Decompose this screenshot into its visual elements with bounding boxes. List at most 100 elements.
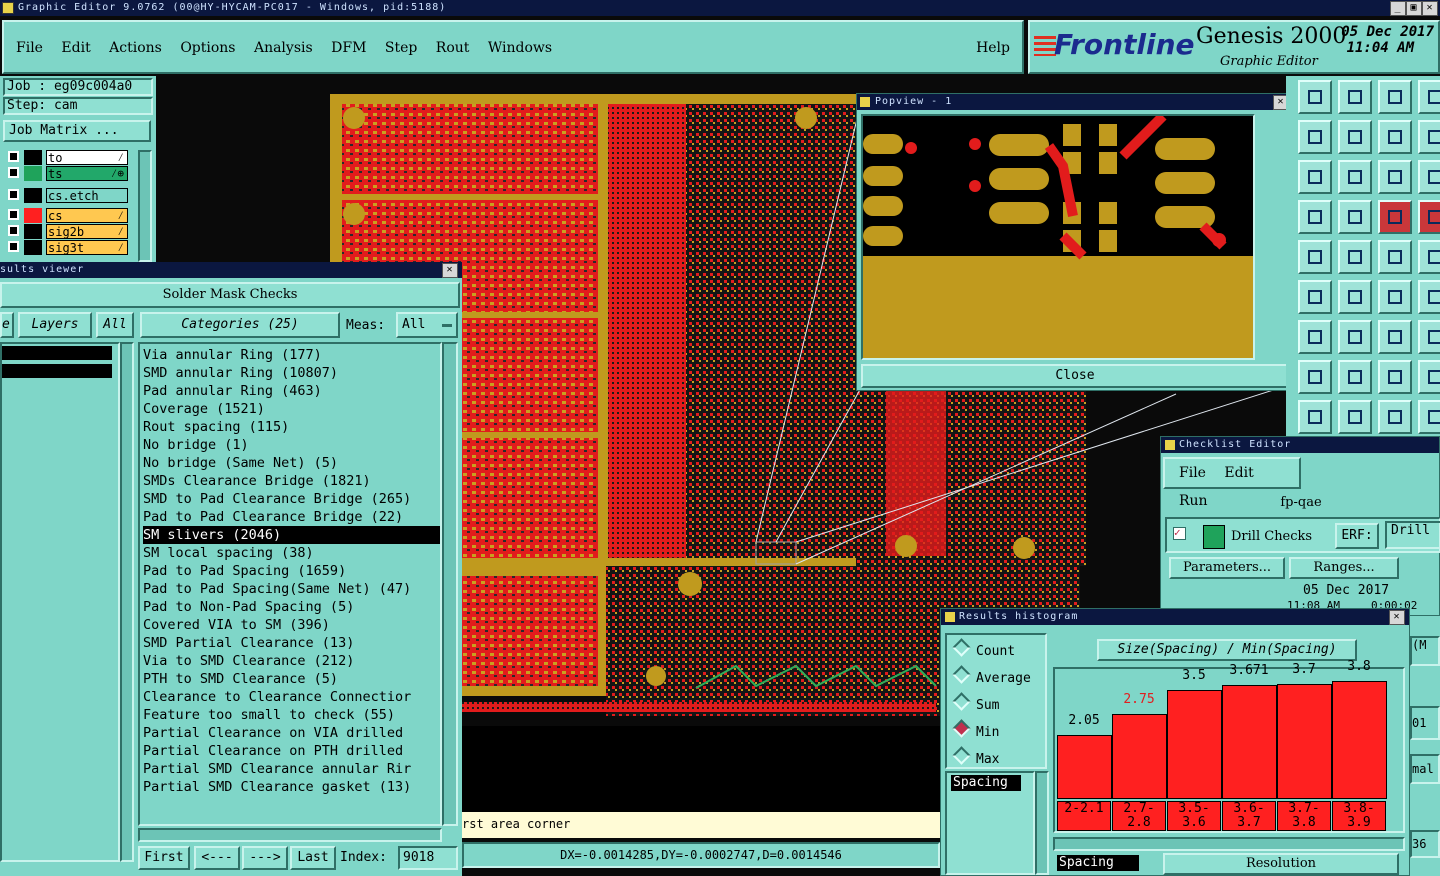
- category-item[interactable]: SMD annular Ring (10807): [143, 364, 440, 382]
- tri2-icon[interactable]: [1338, 400, 1372, 434]
- tri-icon[interactable]: [1298, 400, 1332, 434]
- window-icon[interactable]: [1418, 80, 1440, 114]
- center-icon[interactable]: [1338, 160, 1372, 194]
- categories-scrollbar[interactable]: [442, 342, 458, 826]
- histogram-option-count[interactable]: Count: [952, 638, 1045, 668]
- radio-icon[interactable]: [952, 692, 971, 711]
- category-item[interactable]: SMD Partial Clearance (13): [143, 634, 440, 652]
- results-viewer-close-button[interactable]: ✕: [442, 263, 458, 278]
- checklist-menu-edit[interactable]: Edit: [1224, 459, 1253, 487]
- arc2-icon[interactable]: [1418, 280, 1440, 314]
- popview-canvas[interactable]: [861, 114, 1255, 360]
- layer-results-row[interactable]: [2, 364, 112, 378]
- histogram-option-sum[interactable]: Sum: [952, 692, 1045, 722]
- house-icon[interactable]: [1378, 80, 1412, 114]
- category-item[interactable]: SMDs Clearance Bridge (1821): [143, 472, 440, 490]
- histogram-measure-list[interactable]: Spacing: [945, 771, 1035, 875]
- category-item[interactable]: Via annular Ring (177): [143, 346, 440, 364]
- home-icon[interactable]: [1298, 80, 1332, 114]
- layer-checkbox[interactable]: [8, 241, 19, 252]
- category-item[interactable]: Rout spacing (115): [143, 418, 440, 436]
- nav-next-button[interactable]: --->: [242, 846, 288, 870]
- histogram-option-average[interactable]: Average: [952, 665, 1045, 695]
- bound-icon[interactable]: [1378, 360, 1412, 394]
- tab-layers[interactable]: Layers: [18, 312, 92, 338]
- popview-close-button[interactable]: Close: [861, 364, 1289, 388]
- layer-icon[interactable]: [1418, 320, 1440, 354]
- histogram-option-min[interactable]: Min: [952, 719, 1045, 749]
- ruler-icon[interactable]: [1378, 240, 1412, 274]
- ranges-button[interactable]: Ranges...: [1289, 557, 1399, 579]
- category-item[interactable]: Feature too small to check (55): [143, 706, 440, 724]
- categories-list[interactable]: Via annular Ring (177) SMD annular Ring (…: [138, 342, 442, 826]
- layer-row-0[interactable]: to ⁄: [6, 150, 128, 165]
- parameters-button[interactable]: Parameters...: [1169, 557, 1285, 579]
- layer-row-2[interactable]: cs.etch: [6, 188, 128, 203]
- category-item[interactable]: No bridge (Same Net) (5): [143, 454, 440, 472]
- zoom-icon[interactable]: [1338, 80, 1372, 114]
- curve-icon[interactable]: [1378, 320, 1412, 354]
- tri3-icon[interactable]: [1378, 400, 1412, 434]
- category-item[interactable]: Coverage (1521): [143, 400, 440, 418]
- window-title-bar[interactable]: Graphic Editor 9.0762 (00@HY-HYCAM-PC017…: [0, 0, 1440, 16]
- category-item[interactable]: Pad to Non-Pad Spacing (5): [143, 598, 440, 616]
- layer-checkbox[interactable]: [8, 189, 19, 200]
- category-item[interactable]: Covered VIA to SM (396): [143, 616, 440, 634]
- categories-hscrollbar[interactable]: [138, 828, 442, 842]
- category-item[interactable]: Partial SMD Clearance gasket (13): [143, 778, 440, 796]
- category-item[interactable]: Partial SMD Clearance annular Rir: [143, 760, 440, 778]
- menu-edit[interactable]: Edit: [61, 40, 90, 56]
- popview-title-bar[interactable]: Popview - 1 ✕: [857, 94, 1293, 110]
- layer-results-list[interactable]: [0, 342, 120, 862]
- tab-all[interactable]: All: [96, 312, 134, 338]
- layer-checkbox[interactable]: [8, 151, 19, 162]
- nav-last-button[interactable]: Last: [290, 846, 336, 870]
- menu-dfm[interactable]: DFM: [331, 40, 366, 56]
- help-icon[interactable]: [1418, 160, 1440, 194]
- edit-icon[interactable]: [1298, 320, 1332, 354]
- category-item[interactable]: Pad to Pad Spacing(Same Net) (47): [143, 580, 440, 598]
- histogram-bar[interactable]: [1167, 690, 1222, 799]
- histogram-bar[interactable]: [1112, 714, 1167, 799]
- layer-results-row-selected[interactable]: [2, 346, 112, 360]
- cross-icon[interactable]: [1338, 280, 1372, 314]
- layer-results-scrollbar[interactable]: [120, 342, 134, 862]
- histogram-bar[interactable]: [1332, 681, 1387, 799]
- scale-icon[interactable]: [1378, 160, 1412, 194]
- draw-icon[interactable]: [1338, 320, 1372, 354]
- measure-icon[interactable]: [1298, 200, 1332, 234]
- erf-value-field[interactable]: Drill: [1385, 521, 1440, 549]
- histogram-bar[interactable]: [1277, 684, 1332, 799]
- layer-row-4[interactable]: sig2b ⁄: [6, 224, 128, 239]
- circle-icon[interactable]: [1418, 240, 1440, 274]
- category-item[interactable]: PTH to SMD Clearance (5): [143, 670, 440, 688]
- select-icon[interactable]: [1298, 360, 1332, 394]
- histogram-bottom-measure[interactable]: Spacing: [1057, 855, 1139, 871]
- index-input[interactable]: 9018: [398, 846, 458, 870]
- category-item[interactable]: Clearance to Clearance Connectior: [143, 688, 440, 706]
- histogram-measure-scrollbar[interactable]: [1035, 771, 1049, 875]
- histogram-close-icon[interactable]: ✕: [1389, 610, 1405, 625]
- move-icon[interactable]: [1338, 360, 1372, 394]
- results-viewer-title-bar[interactable]: sults viewer ✕: [0, 262, 462, 278]
- pad-red-icon[interactable]: [1378, 200, 1412, 234]
- layer-row-1[interactable]: ts ⁄⊕: [6, 166, 128, 181]
- checklist-menu-file[interactable]: File: [1179, 459, 1206, 487]
- radio-icon[interactable]: [952, 719, 971, 738]
- layer-row-5[interactable]: sig3t ⁄: [6, 240, 128, 255]
- grid-snap-icon[interactable]: [1338, 200, 1372, 234]
- nav-prev-button[interactable]: <---: [194, 846, 240, 870]
- menu-analysis[interactable]: Analysis: [254, 40, 313, 56]
- histogram-bar[interactable]: [1057, 735, 1112, 799]
- close-button[interactable]: ✕: [1422, 1, 1438, 16]
- category-item[interactable]: No bridge (1): [143, 436, 440, 454]
- category-item[interactable]: Pad to Pad Clearance Bridge (22): [143, 508, 440, 526]
- tab-e[interactable]: e: [0, 312, 14, 338]
- histogram-bar[interactable]: [1222, 685, 1277, 799]
- layer-row-3[interactable]: cs ⁄: [6, 208, 128, 223]
- grid-icon[interactable]: [1298, 120, 1332, 154]
- menu-step[interactable]: Step: [385, 40, 417, 56]
- layer-checkbox[interactable]: [8, 167, 19, 178]
- menu-file[interactable]: File: [16, 40, 43, 56]
- meas-select[interactable]: All: [396, 312, 458, 338]
